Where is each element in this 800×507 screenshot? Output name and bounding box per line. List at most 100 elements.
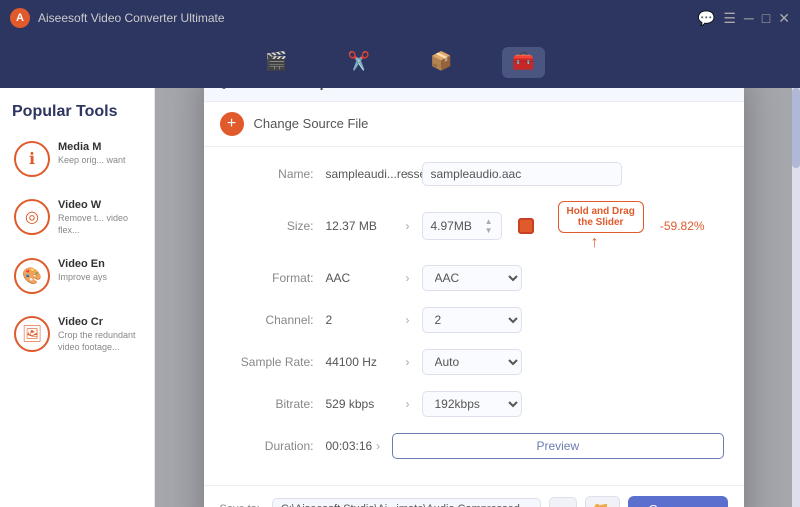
menu-icon[interactable]: ☰ bbox=[723, 10, 736, 27]
videoc-desc: Crop the redundant video footage... bbox=[58, 330, 140, 353]
title-bar: A Aiseesoft Video Converter Ultimate 💬 ☰… bbox=[0, 0, 800, 36]
spinner-up[interactable]: ▲ bbox=[485, 217, 493, 226]
modal-overlay: 🔊 Audio Compressor × + Change Source Fil… bbox=[155, 88, 792, 507]
bitrate-label: Bitrate: bbox=[224, 397, 314, 411]
duration-arrow: › bbox=[376, 439, 380, 453]
duration-original: 00:03:16 bbox=[326, 439, 377, 453]
size-label: Size: bbox=[224, 219, 314, 233]
bitrate-original: 529 kbps bbox=[326, 397, 406, 411]
convert-icon: 🎬 bbox=[265, 51, 287, 72]
videoe-name: Video En bbox=[58, 258, 140, 270]
videoc-icon: 🖼 bbox=[14, 316, 50, 352]
tooltip-line2: the Slider bbox=[578, 217, 624, 228]
format-arrow: › bbox=[406, 271, 410, 285]
sample-rate-row: Sample Rate: 44100 Hz › Auto 44100 Hz 22… bbox=[224, 347, 724, 377]
window-controls: 💬 ☰ ─ □ ✕ bbox=[698, 10, 790, 27]
spinner-arrows: ▲ ▼ bbox=[485, 217, 493, 235]
name-row: Name: sampleaudi...ressed.aac › bbox=[224, 159, 724, 189]
name-original: sampleaudi...ressed.aac bbox=[326, 167, 406, 181]
sample-rate-original: 44100 Hz bbox=[326, 355, 406, 369]
scrollbar-thumb[interactable] bbox=[792, 88, 800, 168]
tooltip-box: Hold and Drag the Slider bbox=[558, 201, 644, 233]
modal-close-button[interactable]: × bbox=[718, 88, 727, 91]
sample-rate-arrow: › bbox=[406, 355, 410, 369]
toolbar-toolbox[interactable]: 🧰 bbox=[502, 47, 544, 78]
sidebar-item-videow[interactable]: ◎ Video W Remove t... video flex... bbox=[8, 191, 146, 244]
size-row: Size: 12.37 MB › 4.97MB ▲ ▼ bbox=[224, 201, 724, 251]
toolbar-convert[interactable]: 🎬 bbox=[255, 47, 297, 78]
format-original: AAC bbox=[326, 271, 406, 285]
name-output-input[interactable] bbox=[422, 162, 622, 186]
close-window-icon[interactable]: ✕ bbox=[778, 10, 790, 27]
modal-header: 🔊 Audio Compressor × bbox=[204, 88, 744, 102]
right-scrollbar[interactable] bbox=[792, 88, 800, 507]
sidebar-item-videoc[interactable]: 🖼 Video Cr Crop the redundant video foot… bbox=[8, 308, 146, 361]
compress-button[interactable]: Compress bbox=[628, 496, 727, 507]
tooltip-arrow-icon: ↑ bbox=[591, 235, 599, 251]
media-name: Media M bbox=[58, 141, 140, 153]
edit-icon: ✂️ bbox=[348, 51, 370, 72]
browse-dots-button[interactable]: ... bbox=[549, 497, 577, 507]
duration-label: Duration: bbox=[224, 439, 314, 453]
format-label: Format: bbox=[224, 271, 314, 285]
folder-icon: 📂 bbox=[594, 501, 611, 507]
sample-rate-label: Sample Rate: bbox=[224, 355, 314, 369]
compress-icon: 📦 bbox=[430, 51, 452, 72]
media-icon: ℹ bbox=[14, 141, 50, 177]
spinner-down[interactable]: ▼ bbox=[485, 226, 493, 235]
sidebar-title: Popular Tools bbox=[8, 103, 146, 121]
name-arrow: › bbox=[406, 167, 410, 181]
sample-rate-select[interactable]: Auto 44100 Hz 22050 Hz bbox=[422, 349, 522, 375]
toolbar-edit[interactable]: ✂️ bbox=[338, 47, 380, 78]
change-source-row: + Change Source File bbox=[204, 102, 744, 147]
toolbar-compress[interactable]: 📦 bbox=[420, 47, 462, 78]
format-select[interactable]: AAC MP3 FLAC bbox=[422, 265, 522, 291]
videoc-name: Video Cr bbox=[58, 316, 140, 328]
bitrate-select[interactable]: 192kbps 128kbps 256kbps bbox=[422, 391, 522, 417]
name-label: Name: bbox=[224, 167, 314, 181]
change-source-button[interactable]: + bbox=[220, 112, 244, 136]
maximize-icon[interactable]: □ bbox=[762, 10, 770, 27]
channel-label: Channel: bbox=[224, 313, 314, 327]
change-source-label: Change Source File bbox=[254, 116, 369, 131]
preview-button[interactable]: Preview bbox=[392, 433, 723, 459]
format-row: Format: AAC › AAC MP3 FLAC bbox=[224, 263, 724, 293]
size-value: 4.97MB bbox=[431, 219, 472, 233]
tooltip-line1: Hold and Drag bbox=[567, 206, 635, 217]
sidebar: Popular Tools ℹ Media M Keep orig... wan… bbox=[0, 88, 155, 507]
size-percent: -59.82% bbox=[660, 219, 705, 233]
audio-compressor-modal: 🔊 Audio Compressor × + Change Source Fil… bbox=[204, 88, 744, 507]
chat-icon[interactable]: 💬 bbox=[698, 10, 715, 27]
sidebar-item-media[interactable]: ℹ Media M Keep orig... want bbox=[8, 133, 146, 185]
app-window: A Aiseesoft Video Converter Ultimate 💬 ☰… bbox=[0, 0, 800, 507]
app-title: Aiseesoft Video Converter Ultimate bbox=[38, 11, 698, 25]
slider-handle[interactable] bbox=[518, 218, 534, 234]
open-folder-button[interactable]: 📂 bbox=[585, 496, 620, 507]
content-area: Popular Tools ℹ Media M Keep orig... wan… bbox=[0, 88, 800, 507]
sidebar-item-videoe[interactable]: 🎨 Video En Improve ays bbox=[8, 250, 146, 302]
channel-row: Channel: 2 › 2 1 bbox=[224, 305, 724, 335]
size-arrow: › bbox=[406, 219, 410, 233]
size-input-group: 4.97MB ▲ ▼ bbox=[422, 201, 724, 251]
main-content: 🔊 Audio Compressor × + Change Source Fil… bbox=[155, 88, 792, 507]
form-body: Name: sampleaudi...ressed.aac › Size: 12… bbox=[204, 147, 744, 485]
media-desc: Keep orig... want bbox=[58, 155, 140, 167]
channel-arrow: › bbox=[406, 313, 410, 327]
bitrate-row: Bitrate: 529 kbps › 192kbps 128kbps 256k… bbox=[224, 389, 724, 419]
videow-icon: ◎ bbox=[14, 199, 50, 235]
size-spinner[interactable]: 4.97MB ▲ ▼ bbox=[422, 212, 502, 240]
videoe-icon: 🎨 bbox=[14, 258, 50, 294]
size-original: 12.37 MB bbox=[326, 219, 406, 233]
toolbox-icon: 🧰 bbox=[512, 51, 534, 72]
videoe-desc: Improve ays bbox=[58, 272, 140, 284]
app-logo: A bbox=[10, 8, 30, 28]
channel-original: 2 bbox=[326, 313, 406, 327]
minimize-icon[interactable]: ─ bbox=[744, 10, 754, 27]
modal-footer: Save to: C:\Aiseesoft Studio\Ai...imate\… bbox=[204, 485, 744, 507]
bitrate-arrow: › bbox=[406, 397, 410, 411]
audio-header-icon: 🔊 bbox=[220, 88, 237, 90]
channel-select[interactable]: 2 1 bbox=[422, 307, 522, 333]
videow-name: Video W bbox=[58, 199, 140, 211]
duration-row: Duration: 00:03:16 › Preview bbox=[224, 431, 724, 461]
toolbar: 🎬 ✂️ 📦 🧰 bbox=[0, 36, 800, 88]
